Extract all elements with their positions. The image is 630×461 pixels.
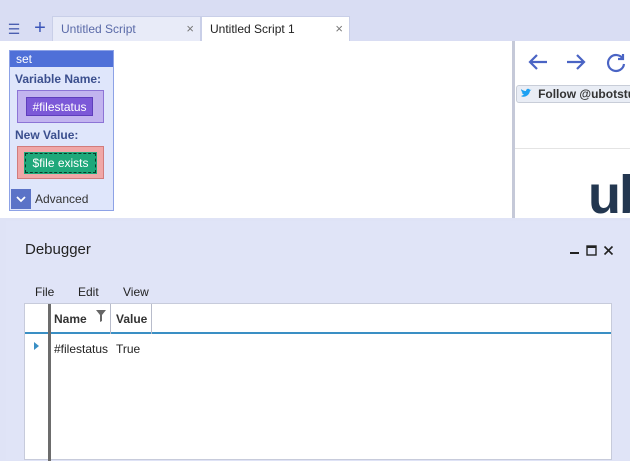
variable-chip[interactable]: #filestatus	[26, 97, 93, 116]
cell-name: #filestatus	[54, 342, 109, 356]
twitter-icon	[520, 88, 535, 101]
column-header-value[interactable]: Value	[116, 312, 147, 326]
grid-header: Name Value	[25, 304, 611, 334]
new-value-slot[interactable]: $file exists	[17, 146, 104, 179]
follow-label: Follow @ubotstu	[538, 87, 630, 101]
value-chip[interactable]: $file exists	[24, 152, 97, 174]
cell-value: True	[116, 342, 141, 356]
column-divider[interactable]	[110, 304, 111, 334]
reload-icon[interactable]	[605, 51, 627, 77]
debugger-panel: Debugger File Edit View Name Value #file…	[6, 221, 630, 461]
expand-arrow-icon[interactable]	[34, 342, 39, 352]
table-row[interactable]: #filestatus True	[25, 340, 611, 360]
maximize-icon[interactable]	[586, 244, 597, 259]
close-icon[interactable]: ×	[186, 17, 194, 41]
column-divider[interactable]	[151, 304, 152, 334]
filter-icon[interactable]	[96, 310, 106, 325]
chevron-down-icon[interactable]	[11, 189, 31, 209]
variable-name-label: Variable Name:	[15, 72, 102, 86]
new-value-label: New Value:	[15, 128, 79, 142]
tab-untitled-script[interactable]: Untitled Script ×	[52, 16, 201, 41]
minimize-icon[interactable]	[569, 243, 580, 258]
menu-edit[interactable]: Edit	[78, 285, 99, 299]
divider	[515, 148, 630, 149]
variable-name-slot[interactable]: #filestatus	[17, 90, 104, 123]
tab-untitled-script-1[interactable]: Untitled Script 1 ×	[201, 16, 350, 41]
browser-pane: Follow @ubotstu ub	[512, 41, 630, 225]
column-header-name[interactable]: Name	[54, 312, 87, 326]
add-tab-button[interactable]: +	[30, 18, 50, 38]
advanced-label[interactable]: Advanced	[35, 192, 88, 206]
row-gutter	[48, 304, 51, 461]
tab-bar: ☰ + Untitled Script × Untitled Script 1 …	[0, 0, 630, 41]
panel-title: Debugger	[25, 241, 91, 258]
tab-label: Untitled Script	[61, 22, 136, 36]
variables-grid[interactable]: Name Value #filestatus True	[24, 303, 612, 461]
tab-label: Untitled Script 1	[210, 22, 295, 36]
site-logo: ub	[588, 165, 630, 225]
menu-icon[interactable]: ☰	[5, 20, 23, 38]
set-command-block[interactable]: set Variable Name: #filestatus New Value…	[9, 50, 114, 211]
close-icon[interactable]	[603, 244, 614, 259]
block-title: set	[10, 51, 113, 67]
back-arrow-icon[interactable]	[527, 51, 549, 77]
close-icon[interactable]: ×	[335, 17, 343, 41]
forward-arrow-icon[interactable]	[565, 51, 587, 77]
twitter-follow-button[interactable]: Follow @ubotstu	[516, 85, 630, 103]
menu-file[interactable]: File	[35, 285, 54, 299]
menu-view[interactable]: View	[123, 285, 149, 299]
